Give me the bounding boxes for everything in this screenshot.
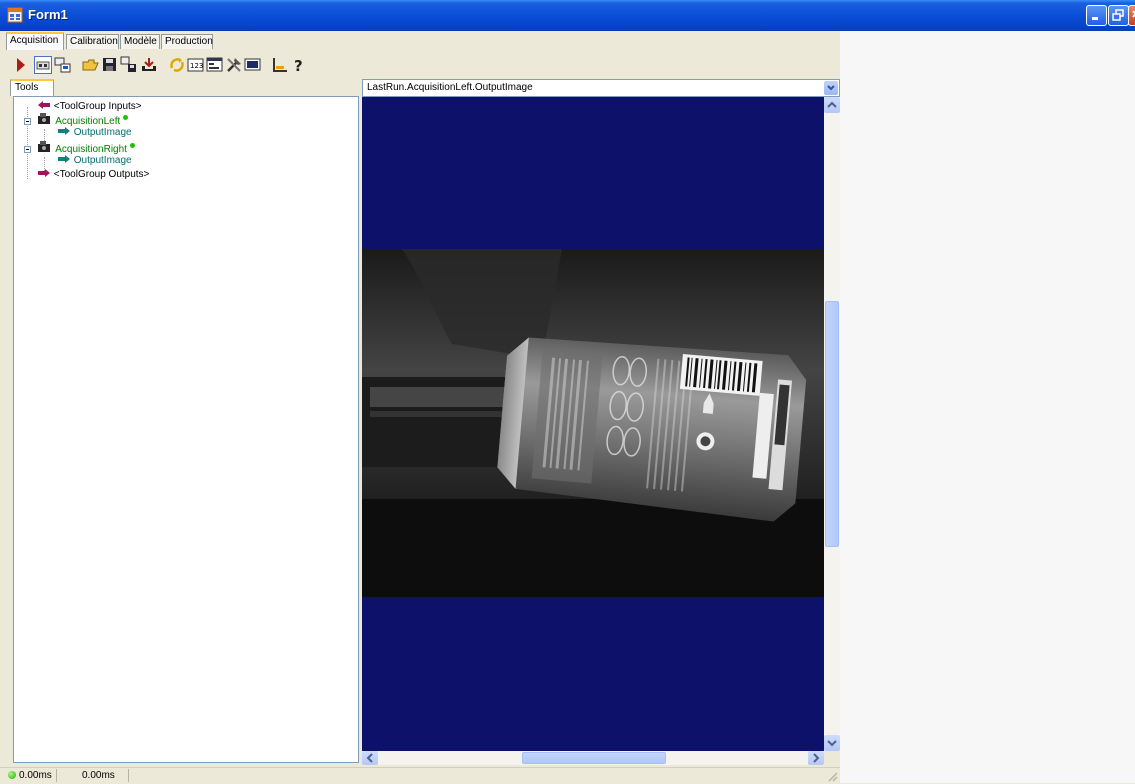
open-icon — [82, 59, 99, 71]
measure-button[interactable] — [271, 56, 289, 74]
camera-image — [362, 249, 824, 597]
help-icon: ? — [294, 57, 303, 74]
svg-text:123: 123 — [190, 62, 203, 70]
output-arrow-icon — [38, 169, 50, 177]
save-icon — [103, 58, 116, 71]
tool-tree[interactable]: <ToolGroup Inputs> AcquisitionLeft Outpu… — [13, 96, 359, 763]
app-icon — [7, 7, 23, 23]
title-bar: Form1 — [0, 0, 1135, 31]
status-time-2: 0.00ms — [78, 769, 129, 782]
tab-acquisition[interactable]: Acquisition — [6, 32, 64, 50]
output-arrow-icon — [58, 127, 70, 135]
status-led-icon — [8, 771, 16, 779]
input-arrow-icon — [38, 101, 50, 109]
horizontal-scroll-thumb[interactable] — [522, 752, 666, 764]
image-viewer: LastRun.AcquisitionLeft.OutputImage — [362, 79, 840, 765]
tree-node-acquisition-right[interactable]: AcquisitionRight — [37, 140, 135, 155]
result-table-button[interactable]: 123 — [187, 56, 205, 74]
can-photo — [362, 249, 824, 597]
empty-form-area — [840, 31, 1135, 783]
tab-calibration[interactable]: Calibration — [66, 34, 119, 49]
tree-node-output-image-right[interactable]: OutputImage — [57, 154, 132, 168]
scroll-right-button[interactable] — [808, 751, 824, 765]
restore-icon — [1112, 9, 1124, 21]
tree-node-label: <ToolGroup Inputs> — [53, 101, 142, 112]
tab-modele[interactable]: Modèle — [120, 34, 160, 49]
chevron-down-icon[interactable] — [824, 81, 838, 95]
image-source-icon — [244, 58, 261, 71]
close-button[interactable] — [1128, 5, 1135, 26]
save-all-icon — [120, 56, 136, 72]
image-source-button[interactable] — [244, 56, 262, 74]
chevron-right-icon — [813, 753, 820, 763]
run-icon — [17, 58, 25, 72]
import-button[interactable] — [140, 56, 158, 74]
window-title: Form1 — [28, 7, 68, 22]
toolbar: 123 ? — [6, 53, 839, 77]
tree-node-acquisition-left[interactable]: AcquisitionLeft — [37, 112, 129, 127]
tree-node-label: OutputImage — [73, 127, 132, 138]
vertical-scrollbar[interactable] — [824, 97, 840, 751]
status-bar: 0.00ms 0.00ms — [0, 767, 840, 784]
tab-production[interactable]: Production — [161, 34, 213, 49]
tools-panel: Tools <ToolGroup Inputs> AcquisitionLeft… — [10, 79, 359, 763]
selected-image-label: LastRun.AcquisitionLeft.OutputImage — [367, 82, 533, 93]
expand-toggle[interactable] — [24, 146, 31, 153]
scroll-up-button[interactable] — [824, 97, 840, 113]
chevron-up-icon — [827, 101, 837, 108]
status-time-2-text: 0.00ms — [82, 770, 115, 781]
tab-label: Tools — [15, 82, 39, 93]
tab-tools[interactable]: Tools — [10, 79, 54, 96]
tools-button[interactable] — [225, 56, 243, 74]
display-button[interactable] — [34, 56, 52, 74]
result-table-icon: 123 — [187, 58, 204, 72]
chevron-down-icon — [827, 740, 837, 747]
status-time-1-text: 0.00ms — [19, 770, 52, 781]
tab-label: Modèle — [124, 36, 157, 47]
refresh-button[interactable] — [168, 56, 186, 74]
camera-tool-icon — [38, 141, 50, 152]
output-arrow-icon — [58, 155, 70, 163]
minimize-icon — [1092, 17, 1098, 20]
open-button[interactable] — [82, 56, 100, 74]
minimize-button[interactable] — [1086, 5, 1107, 26]
restore-button[interactable] — [1108, 5, 1129, 26]
resize-grip-icon[interactable] — [826, 770, 838, 782]
tab-label: Acquisition — [10, 35, 59, 46]
tree-node-label: OutputImage — [73, 155, 132, 166]
tree-node-output-image-left[interactable]: OutputImage — [57, 126, 132, 140]
import-icon — [142, 58, 156, 71]
svg-text:?: ? — [294, 57, 303, 74]
options-button[interactable] — [206, 56, 224, 74]
status-indicator — [129, 142, 135, 148]
camera-tool-icon — [38, 113, 50, 124]
vertical-scroll-thumb[interactable] — [825, 301, 839, 547]
tab-label: Calibration — [70, 36, 118, 47]
tree-node-label: <ToolGroup Outputs> — [53, 169, 150, 180]
options-icon — [206, 57, 223, 72]
horizontal-scrollbar[interactable] — [362, 751, 824, 765]
measure-icon — [273, 58, 287, 72]
help-button[interactable]: ? — [290, 56, 308, 74]
tool-display-button[interactable] — [54, 56, 72, 74]
tool-display-icon — [54, 57, 71, 73]
save-all-button[interactable] — [120, 56, 138, 74]
display-icon — [36, 61, 50, 70]
tools-icon — [227, 58, 241, 72]
status-indicator — [123, 114, 129, 120]
image-display[interactable] — [362, 97, 824, 751]
chevron-left-icon — [366, 753, 373, 763]
run-button[interactable] — [12, 56, 30, 74]
save-button[interactable] — [101, 56, 119, 74]
image-selector-dropdown[interactable]: LastRun.AcquisitionLeft.OutputImage — [362, 79, 840, 97]
tab-label: Production — [165, 36, 213, 47]
scroll-left-button[interactable] — [362, 751, 378, 765]
status-time-1: 0.00ms — [4, 769, 57, 782]
expand-toggle[interactable] — [24, 118, 31, 125]
scroll-down-button[interactable] — [824, 735, 840, 751]
tree-node-toolgroup-outputs[interactable]: <ToolGroup Outputs> — [37, 168, 149, 182]
refresh-icon — [170, 58, 184, 72]
